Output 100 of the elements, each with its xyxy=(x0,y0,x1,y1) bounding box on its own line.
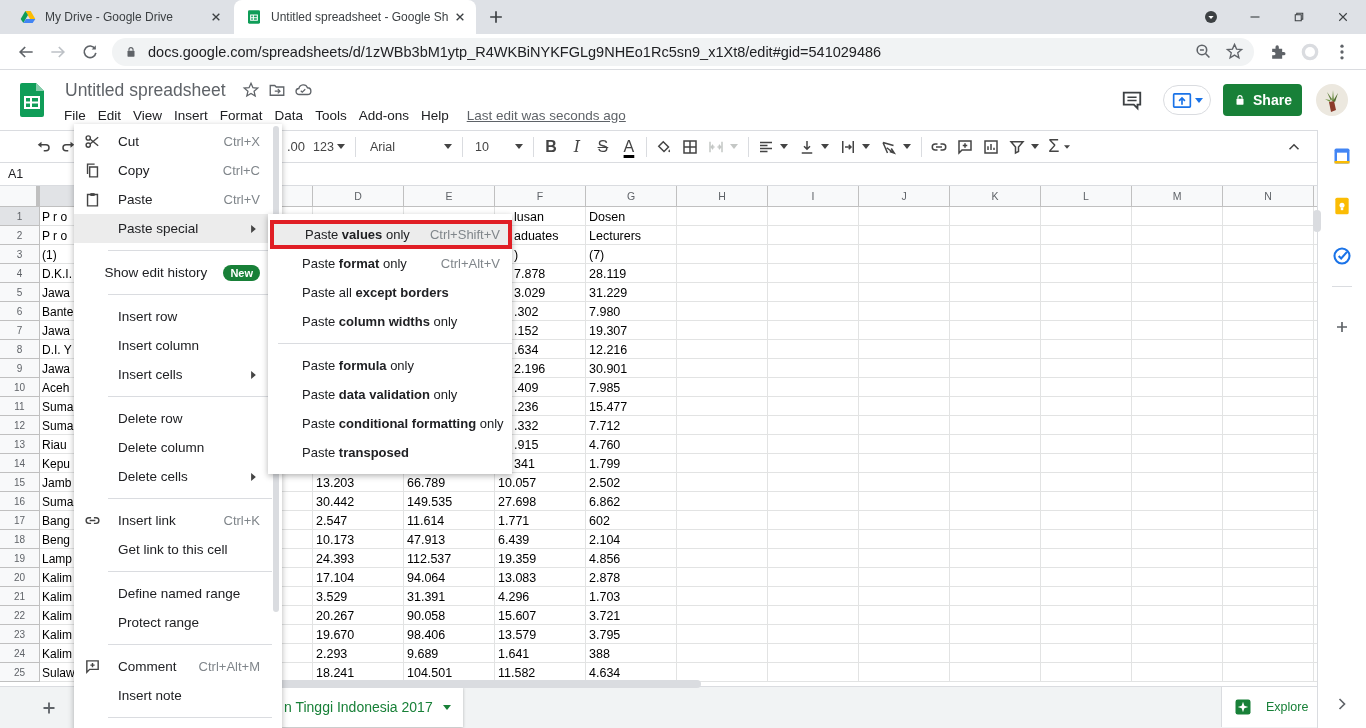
row-header[interactable]: 23 xyxy=(0,625,40,644)
menu-item[interactable]: Paste Ctrl+V xyxy=(74,185,272,214)
table-cell-text: D.I. Y xyxy=(42,341,72,359)
row-header[interactable]: 7 xyxy=(0,321,40,340)
comment-icon[interactable] xyxy=(1121,89,1143,111)
row-header[interactable]: 15 xyxy=(0,473,40,492)
menu-item[interactable]: Protect range xyxy=(74,608,272,637)
table-cell-text: Suma xyxy=(42,493,74,511)
row-header[interactable]: 16 xyxy=(0,492,40,511)
browser-tab[interactable]: Untitled spreadsheet - Google Sh xyxy=(234,0,476,34)
text-style-button[interactable]: B xyxy=(537,137,564,156)
menu-item[interactable]: Tools xyxy=(315,105,347,125)
menu-item[interactable]: Help xyxy=(420,105,449,125)
zoom-icon[interactable] xyxy=(1194,42,1213,61)
borders-icon[interactable] xyxy=(680,137,699,156)
row-header[interactable]: 13 xyxy=(0,435,40,454)
sheet-tab[interactable]: n Tinggi Indonesia 2017 xyxy=(282,687,463,727)
table-cell-text: Suma xyxy=(42,417,74,435)
name-box[interactable]: A1 xyxy=(0,167,68,181)
column-header[interactable]: G xyxy=(586,186,676,206)
row-header[interactable]: 17 xyxy=(0,511,40,530)
menu-item[interactable]: Edit xyxy=(97,105,122,125)
caret-icon xyxy=(1030,144,1039,149)
font-dropdown[interactable]: Arial xyxy=(359,139,458,154)
table-cell-text: 2.878 xyxy=(588,569,622,587)
document-title[interactable]: Untitled spreadsheet xyxy=(65,79,226,101)
table-cell-text: (1) xyxy=(42,246,57,264)
row-header[interactable]: 22 xyxy=(0,606,40,625)
row-header[interactable]: 6 xyxy=(0,302,40,321)
chart-icon[interactable] xyxy=(981,137,1000,156)
scrollbar-thumb[interactable] xyxy=(1313,210,1321,232)
font-size-dropdown[interactable]: 10 xyxy=(466,139,529,154)
row-header[interactable]: 1 xyxy=(0,207,40,226)
menu-item[interactable]: Cut Ctrl+X xyxy=(74,127,272,156)
column-header[interactable]: H xyxy=(677,186,767,206)
last-edit-link[interactable]: Last edit was seconds ago xyxy=(466,107,626,123)
row-header[interactable]: 25 xyxy=(0,663,40,682)
star-icon[interactable] xyxy=(241,81,260,99)
text-style-button[interactable]: A xyxy=(615,137,642,156)
row-header[interactable]: 3 xyxy=(0,245,40,264)
row-header[interactable]: 8 xyxy=(0,340,40,359)
table-cell-text: 15.477 xyxy=(588,398,629,416)
menu-item[interactable]: Insert xyxy=(174,105,208,125)
column-header[interactable]: D xyxy=(313,186,403,206)
functions-button[interactable]: Σ xyxy=(1044,136,1063,157)
table-cell-text: .409 xyxy=(513,379,540,397)
column-header[interactable]: L xyxy=(1041,186,1131,206)
star-icon[interactable] xyxy=(1225,42,1244,61)
column-header[interactable]: K xyxy=(950,186,1040,206)
browser-tab[interactable]: My Drive - Google Drive xyxy=(8,0,232,34)
row-header[interactable]: 18 xyxy=(0,530,40,549)
number-format-dropdown[interactable]: 123 xyxy=(313,139,345,154)
menu-item[interactable]: Get link to this cell xyxy=(74,535,272,564)
row-header[interactable]: 2 xyxy=(0,226,40,245)
column-header[interactable]: M xyxy=(1132,186,1222,206)
table-cell-text: 4.296 xyxy=(497,588,531,606)
row-header[interactable]: 19 xyxy=(0,549,40,568)
menu-item[interactable]: Comment Ctrl+Alt+M xyxy=(74,652,272,681)
profile-menu-icon[interactable] xyxy=(1202,8,1220,26)
menu-item[interactable]: Paste values only Ctrl+Shift+V xyxy=(270,220,512,249)
menu-item[interactable]: Define named range xyxy=(74,579,272,608)
add-comment-icon[interactable] xyxy=(955,137,974,156)
table-cell-text: 66.789 xyxy=(406,474,447,492)
row-header[interactable]: 14 xyxy=(0,454,40,473)
decimal-places-button[interactable]: .00 xyxy=(287,139,306,154)
caret-icon xyxy=(514,144,523,149)
menu-item[interactable]: Data xyxy=(274,105,304,125)
explore-button[interactable]: Explore xyxy=(1221,687,1317,727)
column-header[interactable]: J xyxy=(859,186,949,206)
menu-item[interactable]: Copy Ctrl+C xyxy=(74,156,272,185)
tasks-icon[interactable] xyxy=(1332,246,1352,266)
menu-item[interactable]: Format xyxy=(219,105,263,125)
column-header[interactable]: E xyxy=(404,186,494,206)
shortcut-text: Ctrl+Alt+M xyxy=(198,659,260,674)
menu-item[interactable]: Insert note xyxy=(74,681,272,710)
column-header[interactable]: N xyxy=(1223,186,1313,206)
table-cell-text: Kepu xyxy=(42,455,71,473)
spreadsheet-logo-icon[interactable] xyxy=(20,83,44,117)
calendar-icon[interactable] xyxy=(1332,146,1352,166)
menu-item[interactable]: Insert link Ctrl+K xyxy=(74,506,272,535)
menu-item[interactable]: File xyxy=(64,105,86,125)
row-header[interactable]: 11 xyxy=(0,397,40,416)
row-header[interactable]: 5 xyxy=(0,283,40,302)
row-header[interactable]: 21 xyxy=(0,587,40,606)
text-style-button[interactable]: I xyxy=(563,137,590,156)
row-header[interactable]: 9 xyxy=(0,359,40,378)
row-header[interactable]: 4 xyxy=(0,264,40,283)
table-cell-text: .634 xyxy=(513,341,540,359)
text-style-button[interactable]: S xyxy=(589,137,616,156)
row-header[interactable]: 10 xyxy=(0,378,40,397)
row-header[interactable]: 12 xyxy=(0,416,40,435)
row-header[interactable]: 24 xyxy=(0,644,40,663)
column-header[interactable]: I xyxy=(768,186,858,206)
menu-item[interactable]: View xyxy=(133,105,163,125)
share-button[interactable]: Share xyxy=(1223,84,1302,116)
row-header[interactable]: 20 xyxy=(0,568,40,587)
address-field[interactable]: docs.google.com/spreadsheets/d/1zWBb3bM1ytp_R4WKBiNYKFGLg9NHEo1Rc5sn9_x1Xt8/edit#gid=541029486 xyxy=(112,37,1254,66)
caret-icon xyxy=(779,144,788,149)
column-header[interactable]: F xyxy=(495,186,585,206)
menu-item[interactable]: Add-ons xyxy=(358,105,409,125)
